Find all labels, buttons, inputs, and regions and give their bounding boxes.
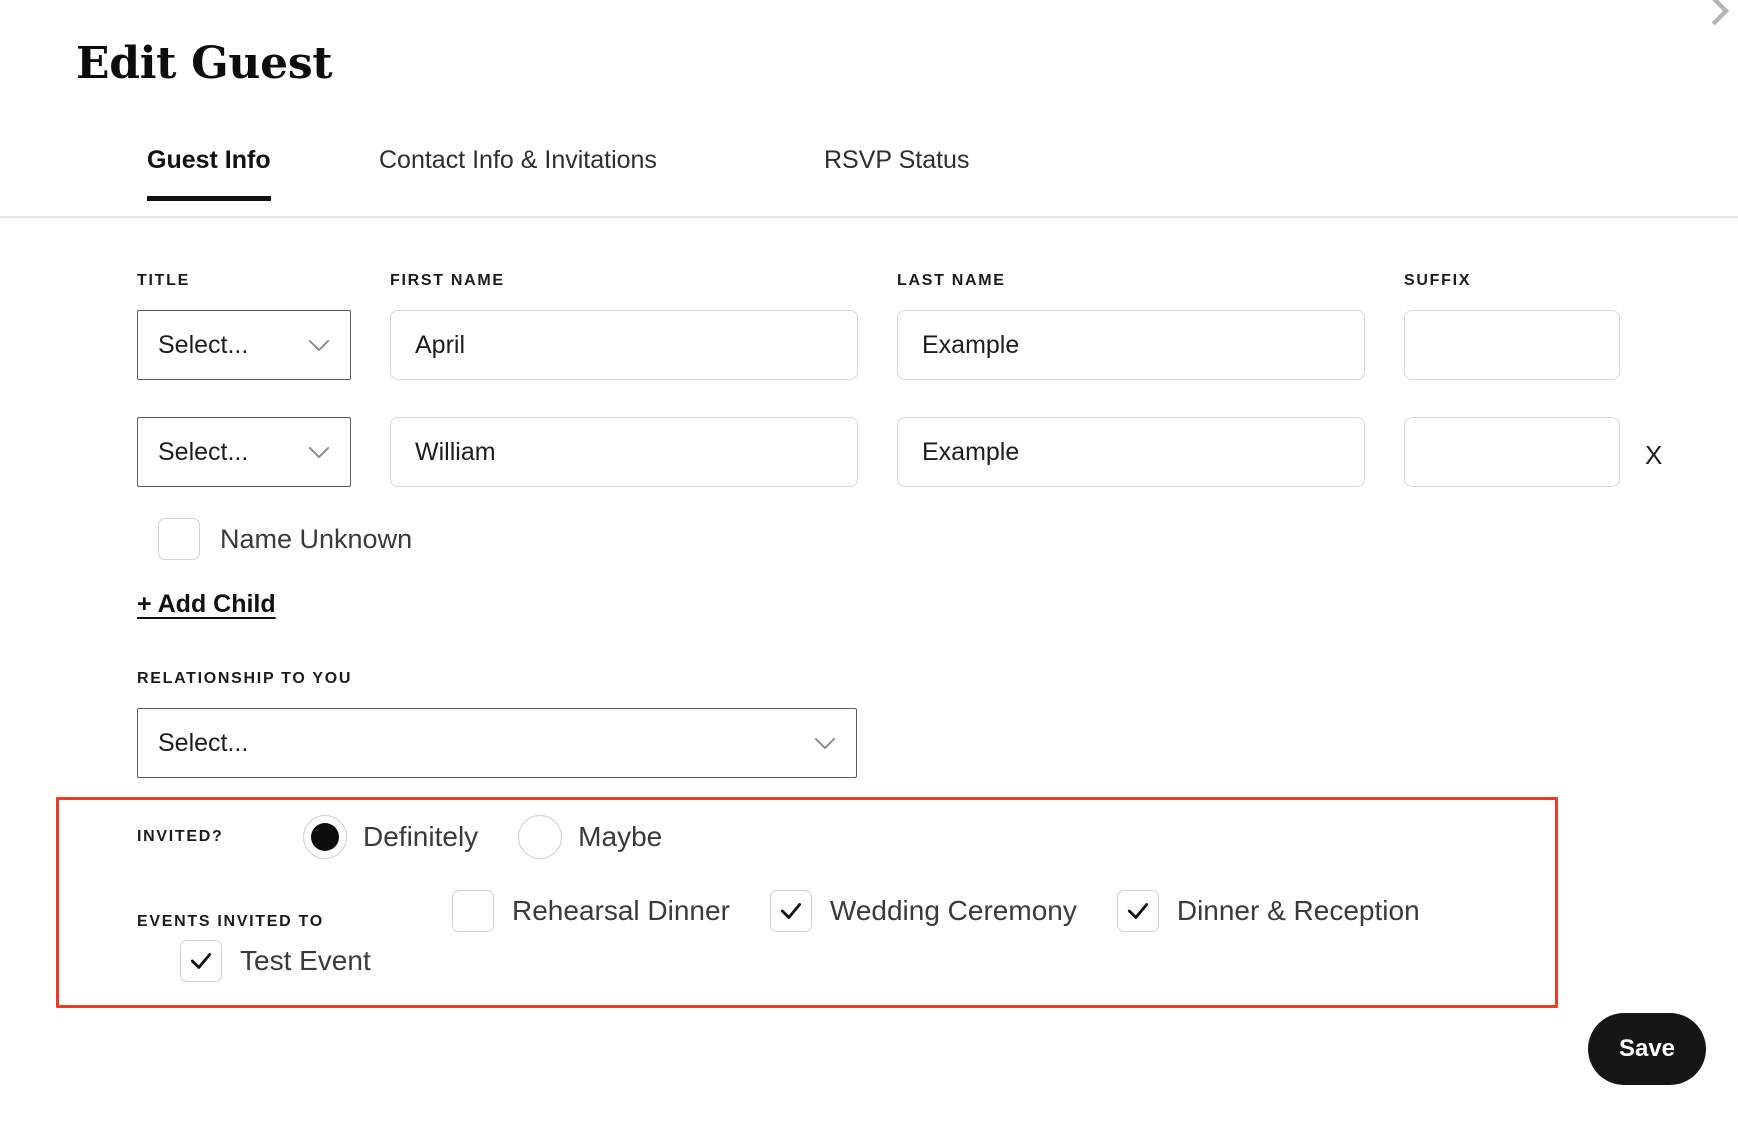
label-test-event: Test Event <box>240 945 371 976</box>
tab-contact-info-invitations[interactable]: Contact Info & Invitations <box>379 146 657 201</box>
invited-option-maybe[interactable]: Maybe <box>518 815 662 859</box>
page-title: Edit Guest <box>76 38 333 89</box>
first-name-input-row-2[interactable] <box>390 417 858 487</box>
chevron-right-icon[interactable] <box>1702 0 1736 28</box>
name-unknown-label: Name Unknown <box>220 523 413 554</box>
title-select-row-2[interactable]: Select... <box>137 417 351 487</box>
name-unknown-checkbox[interactable] <box>158 518 200 560</box>
label-first-name: FIRST NAME <box>390 272 505 289</box>
label-title: TITLE <box>137 272 190 289</box>
last-name-input-row-2[interactable] <box>897 417 1365 487</box>
event-dinner-reception[interactable]: Dinner & Reception <box>1116 890 1420 932</box>
save-button[interactable]: Save <box>1588 1013 1706 1085</box>
tab-rsvp-status[interactable]: RSVP Status <box>824 146 969 201</box>
relationship-select[interactable]: Select... <box>137 708 857 778</box>
suffix-input-row-2[interactable] <box>1404 417 1620 487</box>
label-relationship-to-you: RELATIONSHIP TO YOU <box>137 670 353 687</box>
name-unknown-row[interactable]: Name Unknown <box>158 518 412 560</box>
chevron-down-icon <box>814 737 836 750</box>
last-name-input-row-1[interactable] <box>897 310 1365 380</box>
tab-bar: Guest Info Contact Info & Invitations RS… <box>0 146 1738 218</box>
title-select-value-row-1: Select... <box>158 330 249 359</box>
event-rehearsal-dinner[interactable]: Rehearsal Dinner <box>452 890 730 932</box>
relationship-select-value: Select... <box>158 728 249 757</box>
suffix-input-row-1[interactable] <box>1404 310 1620 380</box>
edit-guest-modal: Edit Guest Guest Info Contact Info & Inv… <box>0 0 1738 1136</box>
first-name-input-row-1[interactable] <box>390 310 858 380</box>
chevron-down-icon <box>308 446 330 459</box>
event-wedding-ceremony[interactable]: Wedding Ceremony <box>769 890 1077 932</box>
checkbox-wedding-ceremony[interactable] <box>769 890 812 932</box>
events-checkbox-row-1: Rehearsal Dinner Wedding Ceremony Dinner… <box>452 890 1420 932</box>
tab-guest-info[interactable]: Guest Info <box>147 146 271 201</box>
label-last-name: LAST NAME <box>897 272 1006 289</box>
add-child-link[interactable]: + Add Child <box>137 590 276 619</box>
invited-option-definitely[interactable]: Definitely <box>303 815 478 859</box>
invited-radio-group: Definitely Maybe <box>303 815 662 859</box>
radio-maybe-label: Maybe <box>578 821 663 852</box>
label-dinner-reception: Dinner & Reception <box>1176 895 1420 926</box>
label-wedding-ceremony: Wedding Ceremony <box>829 895 1077 926</box>
remove-guest-row-button[interactable]: X <box>1637 436 1670 475</box>
checkbox-rehearsal-dinner[interactable] <box>452 890 494 932</box>
checkbox-test-event[interactable] <box>180 940 222 982</box>
radio-definitely[interactable] <box>303 815 347 859</box>
label-events-invited-to: EVENTS INVITED TO <box>137 913 324 930</box>
label-invited: INVITED? <box>137 828 224 845</box>
radio-maybe[interactable] <box>518 815 563 859</box>
label-rehearsal-dinner: Rehearsal Dinner <box>512 895 730 926</box>
checkbox-dinner-reception[interactable] <box>1116 890 1159 932</box>
title-select-row-1[interactable]: Select... <box>137 310 351 380</box>
event-test-event[interactable]: Test Event <box>180 940 371 982</box>
label-suffix: SUFFIX <box>1404 272 1472 289</box>
events-checkbox-row-2: Test Event <box>180 940 371 982</box>
radio-definitely-label: Definitely <box>363 821 479 852</box>
title-select-value-row-2: Select... <box>158 437 249 466</box>
chevron-down-icon <box>308 339 330 352</box>
